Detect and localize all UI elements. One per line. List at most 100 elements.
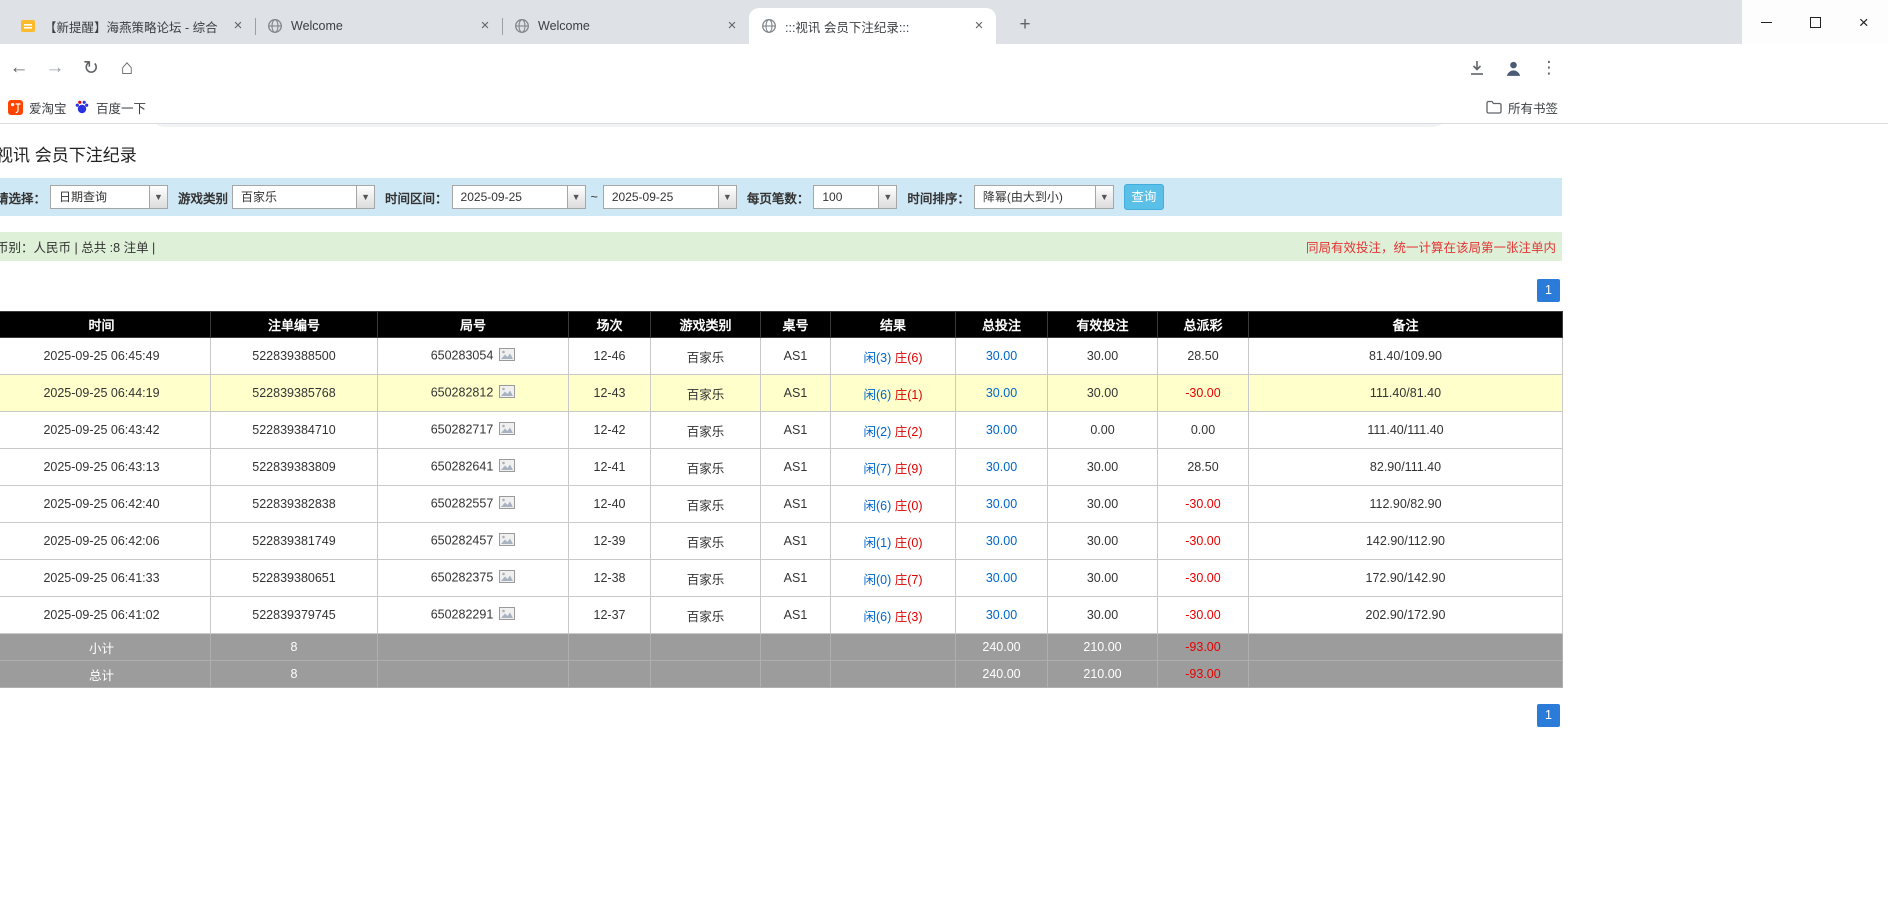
cell-payout: 0.00 [1158,412,1249,449]
result-player: 闲(3) [863,351,891,365]
page-size-dropdown[interactable]: 100 ▼ [813,185,897,209]
cell-session: 12-42 [569,412,651,449]
cell-table: AS1 [761,338,831,375]
cell-round: 650282457 [378,523,569,560]
currency-summary: 币别：人民币 | 总共 :8 注单 | [0,237,155,256]
profile-icon[interactable] [1498,53,1528,83]
chevron-down-icon[interactable]: ▼ [356,186,374,208]
round-number: 650282641 [431,459,494,473]
date-start-dropdown[interactable]: 2025-09-25 ▼ [452,185,586,209]
cell-remark: 202.90/172.90 [1249,597,1563,634]
forward-button[interactable]: → [40,53,70,83]
total-payout: -93.00 [1158,661,1249,688]
cell-payout: -30.00 [1158,523,1249,560]
total-label: 总计 [0,661,211,688]
all-bookmarks[interactable]: 所有书签 [1480,95,1564,119]
tab-forum[interactable]: 【新提醒】海燕策略论坛 - 综合 × [8,8,255,44]
round-detail-icon[interactable] [499,385,515,401]
sort-dropdown[interactable]: 降幂(由大到小) ▼ [974,185,1114,209]
minimize-button[interactable] [1742,0,1791,44]
round-detail-icon[interactable] [499,422,515,438]
cell-valid-bet: 30.00 [1048,523,1158,560]
page-1-button[interactable]: 1 [1537,279,1560,302]
browser-toolbar: ← → ↻ ⌂ 66cxkj98.com/game/betrecord_sear… [0,44,1888,90]
browser-menu-icon[interactable]: ⋮ [1534,53,1564,83]
query-type-dropdown[interactable]: 日期查询 ▼ [50,185,168,209]
tab-welcome-1[interactable]: Welcome × [255,8,502,44]
cell-table: AS1 [761,449,831,486]
cell-valid-bet: 30.00 [1048,597,1158,634]
date-range-label: 时间区间： [385,188,448,207]
cell-payout: 28.50 [1158,449,1249,486]
total-bet-link[interactable]: 30.00 [986,497,1017,511]
total-bet-link[interactable]: 30.00 [986,608,1017,622]
date-end-dropdown[interactable]: 2025-09-25 ▼ [603,185,737,209]
cell-result: 闲(2) 庄(2) [831,412,956,449]
total-row: 总计 8 240.00 210.00 -93.00 [0,661,1563,688]
round-detail-icon[interactable] [499,533,515,549]
cell-valid-bet: 30.00 [1048,375,1158,412]
game-type-label: 游戏类别 [178,188,228,207]
cell-round: 650282557 [378,486,569,523]
cell-game: 百家乐 [651,597,761,634]
cell-payout: 28.50 [1158,338,1249,375]
home-button[interactable]: ⌂ [112,53,142,83]
cell-total-bet: 30.00 [956,412,1048,449]
cell-valid-bet: 0.00 [1048,412,1158,449]
cell-result: 闲(1) 庄(0) [831,523,956,560]
tab-close-icon[interactable]: × [476,17,494,35]
chevron-down-icon[interactable]: ▼ [149,186,167,208]
globe-icon [514,18,530,34]
table-row: 2025-09-25 06:41:02 522839379745 6502822… [0,597,1563,634]
chevron-down-icon[interactable]: ▼ [567,186,585,208]
tab-close-icon[interactable]: × [229,17,247,35]
round-detail-icon[interactable] [499,348,515,364]
page-1-button[interactable]: 1 [1537,704,1560,727]
round-detail-icon[interactable] [499,570,515,586]
filter-bar: 请选择： 日期查询 ▼ 游戏类别 百家乐 ▼ 时间区间： 2025-09-25 … [0,178,1562,216]
page-content: 视讯 会员下注纪录 请选择： 日期查询 ▼ 游戏类别 百家乐 ▼ 时间区间： 2… [0,125,1562,728]
cell-time: 2025-09-25 06:44:19 [0,375,211,412]
table-header-row: 时间 注单编号 局号 场次 游戏类别 桌号 结果 总投注 有效投注 总派彩 备注 [0,312,1563,338]
tab-close-icon[interactable]: × [970,17,988,35]
bookmark-label: 爱淘宝 [29,98,67,117]
bookmarks-bar: 爱淘宝 百度一下 所有书签 [0,90,1888,124]
chevron-down-icon[interactable]: ▼ [1095,186,1113,208]
back-button[interactable]: ← [4,53,34,83]
query-button[interactable]: 查询 [1124,184,1164,210]
cell-time: 2025-09-25 06:43:13 [0,449,211,486]
bookmark-taobao[interactable]: 爱淘宝 [2,95,73,119]
chevron-down-icon[interactable]: ▼ [878,186,896,208]
reload-button[interactable]: ↻ [76,53,106,83]
total-bet-link[interactable]: 30.00 [986,386,1017,400]
game-type-dropdown[interactable]: 百家乐 ▼ [232,185,375,209]
maximize-button[interactable] [1791,0,1840,44]
total-bet-link[interactable]: 30.00 [986,571,1017,585]
bookmark-label: 百度一下 [96,98,146,117]
total-bet-link[interactable]: 30.00 [986,460,1017,474]
chevron-down-icon[interactable]: ▼ [718,186,736,208]
col-game: 游戏类别 [651,312,761,338]
tab-bet-records[interactable]: :::视讯 会员下注纪录::: × [749,8,996,44]
subtotal-label: 小计 [0,634,211,661]
round-detail-icon[interactable] [499,496,515,512]
downloads-icon[interactable] [1462,53,1492,83]
round-detail-icon[interactable] [499,607,515,623]
total-bet-link[interactable]: 30.00 [986,534,1017,548]
new-tab-button[interactable]: + [1012,13,1038,39]
cell-remark: 111.40/111.40 [1249,412,1563,449]
date-separator: ~ [591,190,598,204]
round-detail-icon[interactable] [499,459,515,475]
cell-total-bet: 30.00 [956,597,1048,634]
cell-time: 2025-09-25 06:42:40 [0,486,211,523]
total-bet-link[interactable]: 30.00 [986,349,1017,363]
cell-time: 2025-09-25 06:41:33 [0,560,211,597]
tab-close-icon[interactable]: × [723,17,741,35]
cell-remark: 142.90/112.90 [1249,523,1563,560]
bookmark-baidu[interactable]: 百度一下 [68,95,152,119]
cell-result: 闲(3) 庄(6) [831,338,956,375]
close-button[interactable]: × [1839,0,1888,44]
tab-welcome-2[interactable]: Welcome × [502,8,749,44]
total-bet-link[interactable]: 30.00 [986,423,1017,437]
cell-game: 百家乐 [651,523,761,560]
